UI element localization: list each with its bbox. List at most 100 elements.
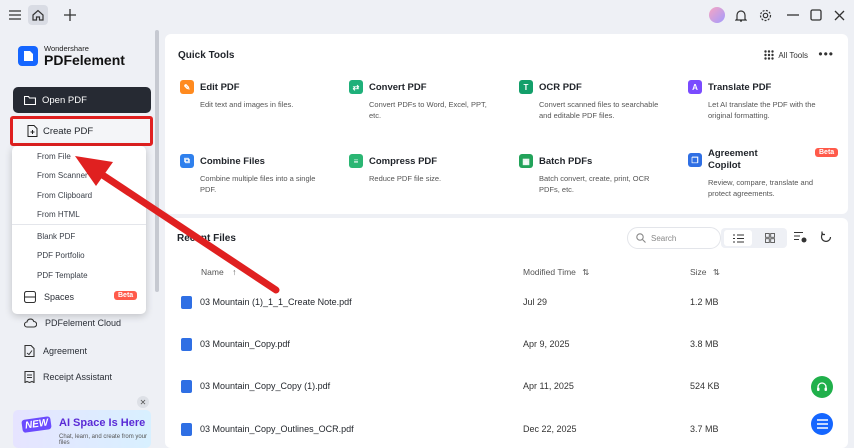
sidebar-item-label: Receipt Assistant [43,372,113,382]
menu-item-pdf-template[interactable]: PDF Template [37,271,88,280]
minimize-icon[interactable] [783,5,803,25]
file-modified: Apr 9, 2025 [523,339,570,349]
tool-convert-pdf[interactable]: ⇄ Convert PDF Convert PDFs to Word, Excel… [349,80,499,121]
app-logo: Wondershare PDFelement [18,44,125,68]
tool-translate-pdf[interactable]: A Translate PDF Let AI translate the PDF … [688,80,838,121]
clear-list-icon[interactable] [794,231,807,245]
file-name: 03 Mountain_Copy_Copy (1).pdf [200,381,331,391]
file-size: 3.8 MB [690,339,719,349]
edit-pdf-icon: ✎ [180,80,194,94]
tool-name: Convert PDF [369,81,427,93]
file-modified: Apr 11, 2025 [523,381,574,391]
table-row[interactable]: 03 Mountain (1)_1_1_Create Note.pdf Jul … [165,296,848,336]
logo-brand-big: PDFelement [44,52,125,68]
refresh-icon[interactable] [820,231,832,245]
all-tools-button[interactable]: All Tools [764,50,808,60]
sidebar-scrollbar[interactable] [155,30,159,292]
menu-item-from-html[interactable]: From HTML [37,210,80,219]
sidebar-item-spaces[interactable]: Spaces [24,291,74,303]
list-view-icon[interactable] [724,230,752,246]
sidebar-item-label: PDFelement Cloud [45,318,122,328]
column-size-label: Size [690,267,707,277]
sidebar-item-label: Spaces [44,292,75,302]
tool-edit-pdf[interactable]: ✎ Edit PDF Edit text and images in files. [180,80,330,110]
search-input[interactable]: Search [627,227,721,249]
tool-ocr-pdf[interactable]: T OCR PDF Convert scanned files to search… [519,80,669,121]
column-header-name[interactable]: Name ↑ [201,267,236,277]
banner-subtitle: Chat, learn, and create from your files [59,434,148,446]
create-pdf-label: Create PDF [43,125,94,137]
avatar[interactable] [707,5,727,25]
menu-icon[interactable] [5,5,25,25]
create-file-icon [27,125,38,137]
search-placeholder: Search [651,233,677,243]
column-name-label: Name [201,267,224,277]
gear-icon[interactable] [755,5,775,25]
plus-icon[interactable] [60,5,80,25]
tool-name: Combine Files [200,155,265,167]
beta-badge: Beta [815,148,839,157]
create-pdf-dropdown: From File From Scanner From Clipboard Fr… [12,146,146,314]
banner-close-icon[interactable]: ✕ [137,396,149,408]
sidebar-item-agreement[interactable]: Agreement [24,345,87,357]
table-row[interactable]: 03 Mountain_Copy.pdf Apr 9, 2025 3.8 MB [165,338,848,378]
sort-ascending-icon: ↑ [232,267,237,277]
table-row[interactable]: 03 Mountain_Copy_Copy (1).pdf Apr 11, 20… [165,380,848,420]
home-icon[interactable] [28,5,48,25]
pdf-file-icon [181,423,192,436]
sidebar: Wondershare PDFelement Open PDF Create P… [0,30,162,448]
tool-desc: Reduce PDF file size. [369,174,442,183]
menu-item-pdf-portfolio[interactable]: PDF Portfolio [37,251,85,260]
tool-desc: Review, compare, translate and protect a… [708,178,814,198]
sidebar-item-cloud[interactable]: PDFelement Cloud [24,318,121,328]
bell-icon[interactable] [731,5,751,25]
file-size: 1.2 MB [690,297,719,307]
sort-icon: ⇅ [712,267,721,277]
support-headset-icon[interactable] [811,376,833,398]
menu-item-blank-pdf[interactable]: Blank PDF [37,232,75,241]
tool-name: Edit PDF [200,81,240,93]
menu-item-from-file[interactable]: From File [37,152,71,161]
ocr-pdf-icon: T [519,80,533,94]
quick-menu-icon[interactable] [811,413,833,435]
recent-files-title: Recent Files [177,233,236,244]
close-icon[interactable] [829,5,849,25]
banner-new-badge: NEW [21,416,53,433]
tool-compress-pdf[interactable]: ≡ Compress PDF Reduce PDF file size. [349,154,499,184]
column-header-modified[interactable]: Modified Time ⇅ [523,267,589,278]
pdfelement-logo-icon [18,46,38,66]
sort-icon: ⇅ [582,267,590,277]
sidebar-item-receipt-assistant[interactable]: Receipt Assistant [24,371,112,383]
tool-combine-files[interactable]: ⧉ Combine Files Combine multiple files in… [180,154,330,195]
column-modified-label: Modified Time [523,267,576,277]
tool-desc: Let AI translate the PDF with the origin… [708,100,816,120]
title-bar [0,0,854,30]
file-modified: Dec 22, 2025 [523,424,577,434]
tool-name: Batch PDFs [539,155,593,167]
column-header-size[interactable]: Size ⇅ [690,267,720,278]
menu-item-from-scanner[interactable]: From Scanner [37,171,88,180]
file-modified: Jul 29 [523,297,548,307]
create-pdf-button[interactable]: Create PDF [10,116,153,146]
open-pdf-button[interactable]: Open PDF [13,87,151,113]
folder-icon [24,95,36,105]
table-row[interactable]: 03 Mountain_Copy_Outlines_OCR.pdf Dec 22… [165,423,848,448]
batch-pdfs-icon: ▦ [519,154,533,168]
tool-desc: Convert PDFs to Word, Excel, PPT, etc. [369,100,487,120]
tool-desc: Convert scanned files to searchable and … [539,100,659,120]
menu-item-from-clipboard[interactable]: From Clipboard [37,191,92,200]
grid-view-icon[interactable] [756,230,784,246]
pdf-file-icon [181,338,192,351]
grid-dots-icon [764,50,775,60]
file-name: 03 Mountain_Copy_Outlines_OCR.pdf [200,424,354,434]
ai-space-banner[interactable]: NEW AI Space Is Here Chat, learn, and cr… [13,410,151,448]
maximize-icon[interactable] [806,5,826,25]
sidebar-item-label: Agreement [43,346,88,356]
pdf-file-icon [181,380,192,393]
cloud-icon [24,318,37,328]
tool-batch-pdfs[interactable]: ▦ Batch PDFs Batch convert, create, print… [519,154,669,195]
more-options-icon[interactable]: ••• [818,47,834,61]
receipt-icon [24,371,35,383]
tool-name: Compress PDF [369,155,438,167]
agreement-copilot-icon: ❐ [688,153,702,167]
